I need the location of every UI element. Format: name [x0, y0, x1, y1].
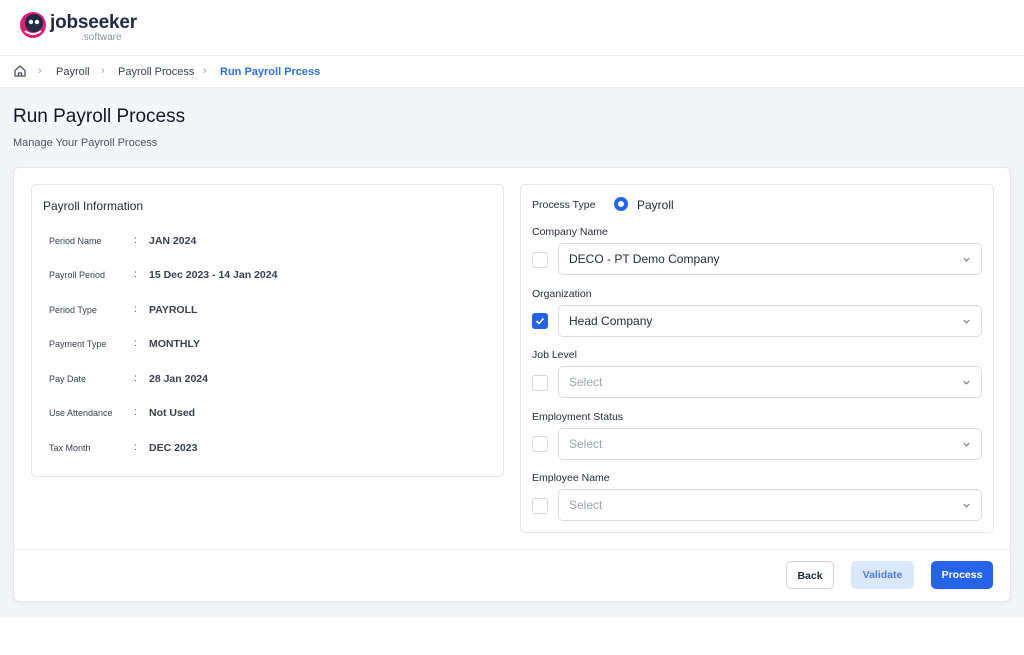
info-value: 28 Jan 2024	[149, 373, 208, 385]
info-row-tax-month: Tax Month : DEC 2023	[32, 439, 502, 459]
info-colon: :	[134, 373, 137, 384]
content-area: Run Payroll Process Manage Your Payroll …	[0, 88, 1024, 618]
jobseeker-logo-icon[interactable]	[19, 11, 47, 39]
job-level-checkbox[interactable]	[532, 375, 548, 391]
info-label: Payroll Period	[49, 270, 106, 280]
payroll-info-title: Payroll Information	[43, 199, 144, 213]
breadcrumb-payroll-process[interactable]: Payroll Process	[118, 66, 194, 78]
chevron-down-icon	[963, 319, 970, 324]
top-bar: jobseeker .software	[0, 0, 1024, 56]
employee-name-checkbox[interactable]	[532, 498, 548, 514]
info-colon: :	[134, 304, 137, 315]
brand-name: jobseeker	[50, 12, 137, 33]
info-row-pay-date: Pay Date : 28 Jan 2024	[32, 370, 502, 390]
info-label: Period Name	[49, 236, 102, 246]
info-value: JAN 2024	[149, 235, 197, 247]
home-icon[interactable]	[13, 64, 27, 78]
brand-sub: .software	[81, 32, 122, 43]
page-title: Run Payroll Process	[13, 106, 186, 127]
info-row-payment-type: Payment Type : MONTHLY	[32, 335, 502, 355]
info-label: Pay Date	[49, 374, 87, 384]
process-type-option-label[interactable]: Payroll	[637, 198, 674, 212]
info-colon: :	[134, 235, 137, 246]
company-name-value: DECO - PT Demo Company	[569, 252, 720, 266]
employee-name-label: Employee Name	[532, 472, 610, 484]
job-level-label: Job Level	[532, 349, 577, 361]
company-name-select[interactable]: DECO - PT Demo Company	[558, 243, 982, 275]
chevron-down-icon	[963, 442, 970, 447]
info-label: Period Type	[49, 305, 97, 315]
info-row-period-name: Period Name : JAN 2024	[32, 232, 502, 252]
breadcrumb-current: Run Payroll Prcess	[220, 66, 321, 78]
payroll-info-card: Payroll Information Period Name : JAN 20…	[31, 184, 504, 477]
employment-status-checkbox[interactable]	[532, 436, 548, 452]
job-level-select[interactable]: Select	[558, 366, 982, 398]
main-card: Payroll Information Period Name : JAN 20…	[13, 167, 1011, 602]
breadcrumb-separator-icon: ›	[101, 65, 105, 77]
process-filter-card: Process Type Payroll Company Name DECO -…	[520, 184, 994, 533]
chevron-down-icon	[963, 503, 970, 508]
organization-select[interactable]: Head Company	[558, 305, 982, 337]
info-row-period-type: Period Type : PAYROLL	[32, 301, 502, 321]
breadcrumb-payroll[interactable]: Payroll	[56, 66, 90, 78]
info-value: 15 Dec 2023 - 14 Jan 2024	[149, 269, 278, 281]
employee-name-placeholder: Select	[569, 498, 603, 512]
chevron-down-icon	[963, 380, 970, 385]
employee-name-select[interactable]: Select	[558, 489, 982, 521]
chevron-down-icon	[963, 257, 970, 262]
info-value: Not Used	[149, 407, 196, 419]
info-row-payroll-period: Payroll Period : 15 Dec 2023 - 14 Jan 20…	[32, 266, 502, 286]
info-value: MONTHLY	[149, 338, 200, 350]
process-button[interactable]: Process	[931, 561, 993, 589]
company-name-label: Company Name	[532, 226, 608, 238]
info-value: DEC 2023	[149, 442, 198, 454]
footer-divider	[14, 549, 1010, 550]
info-label: Tax Month	[49, 443, 91, 453]
organization-value: Head Company	[569, 314, 653, 328]
employment-status-select[interactable]: Select	[558, 428, 982, 460]
company-name-checkbox[interactable]	[532, 252, 548, 268]
info-value: PAYROLL	[149, 304, 198, 316]
breadcrumb-separator-icon: ›	[203, 65, 207, 77]
info-colon: :	[134, 442, 137, 453]
back-button[interactable]: Back	[786, 561, 834, 589]
organization-checkbox[interactable]	[532, 313, 548, 329]
breadcrumb-separator-icon: ›	[38, 65, 42, 77]
info-colon: :	[134, 269, 137, 280]
page-subtitle: Manage Your Payroll Process	[13, 137, 158, 149]
employment-status-label: Employment Status	[532, 411, 624, 423]
check-icon	[535, 317, 545, 325]
organization-label: Organization	[532, 288, 592, 300]
process-type-radio[interactable]	[614, 197, 628, 211]
validate-button[interactable]: Validate	[851, 561, 914, 589]
info-row-use-attendance: Use Attendance : Not Used	[32, 404, 502, 424]
info-label: Use Attendance	[49, 408, 113, 418]
info-label: Payment Type	[49, 339, 107, 349]
employment-status-placeholder: Select	[569, 437, 603, 451]
info-colon: :	[134, 407, 137, 418]
info-colon: :	[134, 338, 137, 349]
process-type-label: Process Type	[532, 199, 596, 211]
job-level-placeholder: Select	[569, 375, 603, 389]
breadcrumb: › Payroll › Payroll Process › Run Payrol…	[0, 56, 1024, 88]
